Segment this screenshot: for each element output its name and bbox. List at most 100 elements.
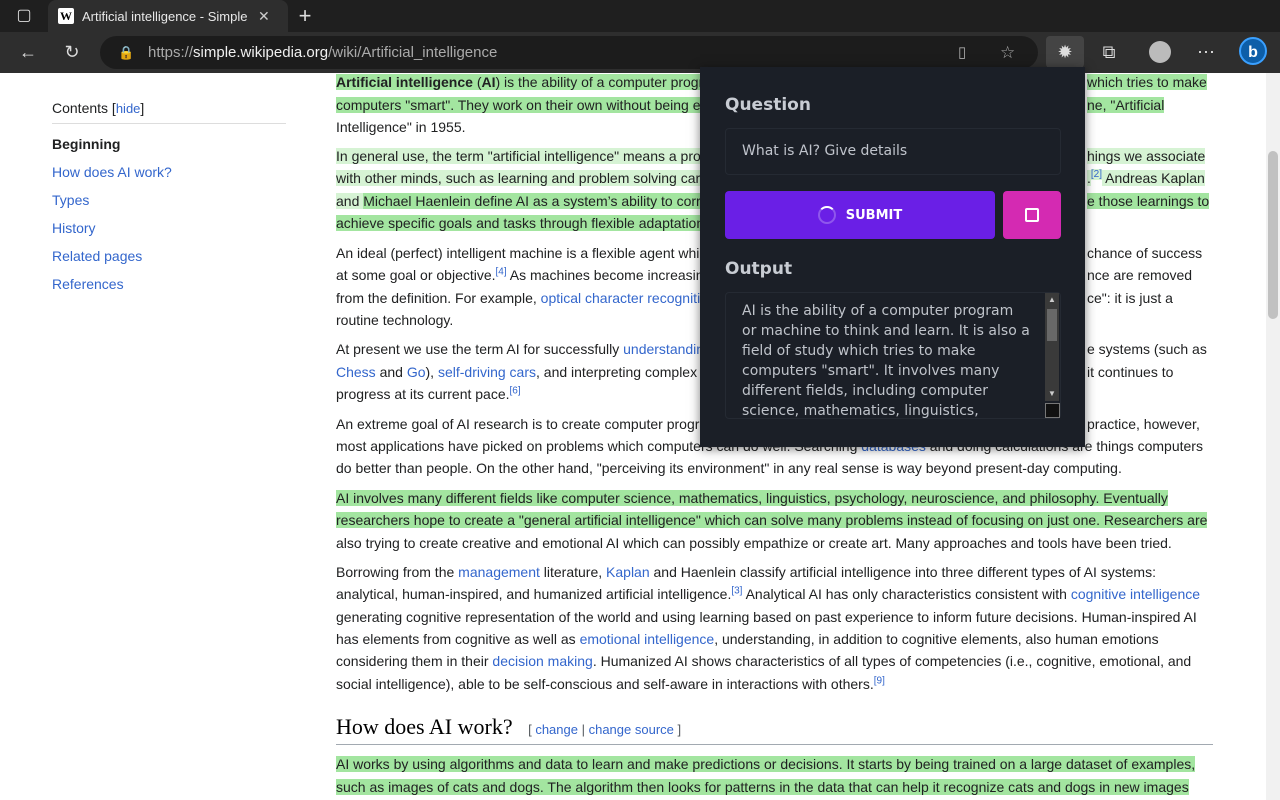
citation-link[interactable]: [6] (510, 385, 521, 396)
article-line: and Michael Haenlein define AI as a syst… (336, 190, 701, 212)
article-line: do better than people. On the other hand… (336, 457, 1122, 479)
bold-text: AI (481, 74, 496, 90)
text: ce": it is just a (1087, 290, 1173, 306)
article-line: at some goal or objective.[4] As machine… (336, 264, 704, 286)
refresh-icon[interactable]: ↻ (56, 36, 88, 68)
article-link[interactable]: cognitive intelligence (1071, 586, 1200, 602)
text: considering them in their (336, 653, 493, 669)
text: , and interpreting complex (536, 364, 698, 380)
article-line-right: e systems (such as (1087, 338, 1207, 360)
text: At present we use the term AI for succes… (336, 341, 624, 357)
favorite-star-icon[interactable]: ☆ (1000, 36, 1015, 69)
article-line: AI involves many different fields like c… (336, 487, 1168, 509)
article-link[interactable]: understandin (623, 341, 704, 357)
change-link[interactable]: change (535, 722, 578, 737)
text: and (336, 193, 364, 209)
tab-actions-icon[interactable]: ▢ (8, 0, 40, 32)
change-source-link[interactable]: change source (589, 722, 674, 737)
article-line: Intelligence" in 1955. (336, 116, 466, 138)
toc-item-types[interactable]: Types (52, 192, 286, 208)
article-line: with other minds, such as learning and p… (336, 167, 701, 189)
text: Intelligence" in 1955. (336, 119, 466, 135)
submit-button[interactable]: SUBMIT (725, 191, 995, 239)
text: e systems (such as (1087, 341, 1207, 357)
text: and Haenlein classify artificial intelli… (649, 564, 1156, 580)
scroll-up-icon[interactable]: ▲ (1048, 295, 1056, 304)
text: literature, (539, 564, 607, 580)
text: An extreme goal of AI research is to cre… (336, 416, 708, 432)
article-link[interactable]: management (458, 564, 540, 580)
citation-link[interactable]: [4] (496, 266, 507, 277)
article-line: also trying to create creative and emoti… (336, 532, 1172, 554)
bing-copilot-icon[interactable]: b (1239, 37, 1267, 65)
scrollbar-thumb[interactable] (1268, 151, 1278, 319)
toc-item-related-pages[interactable]: Related pages (52, 248, 286, 264)
article-line: analytical, human-inspired, and humanize… (336, 583, 1200, 605)
resize-grip-icon[interactable] (1045, 403, 1060, 418)
page-scrollbar[interactable] (1266, 73, 1280, 800)
citation-link[interactable]: [3] (731, 585, 742, 596)
toc-item-history[interactable]: History (52, 220, 286, 236)
citation-link[interactable]: [9] (874, 675, 885, 686)
article-line: achieve specific goals and tasks through… (336, 212, 705, 234)
toolbar: ← ↻ 🔒 https://simple.wikipedia.org/wiki/… (0, 32, 1280, 73)
article-line: AI works by using algorithms and data to… (336, 753, 1196, 775)
article-link[interactable]: emotional intelligence (580, 631, 715, 647)
hide-contents-link[interactable]: hide (116, 101, 141, 116)
article-link[interactable]: Go (407, 364, 426, 380)
toc-item-references[interactable]: References (52, 276, 286, 292)
article-line: has elements from cognitive as well as e… (336, 628, 1159, 650)
new-tab-button[interactable]: + (289, 0, 321, 32)
toc-item-beginning[interactable]: Beginning (52, 136, 286, 152)
text: it continues to (1087, 364, 1174, 380)
more-menu-icon[interactable]: ⋯ (1190, 36, 1222, 68)
text: and (375, 364, 407, 380)
tab-active[interactable]: W Artificial intelligence - Simple Engli… (48, 0, 288, 32)
article-line: generating cognitive representation of t… (336, 606, 1197, 628)
article-line: social intelligence), able to be self-co… (336, 673, 885, 695)
read-aloud-icon[interactable]: ▯ (958, 36, 966, 69)
scroll-down-icon[interactable]: ▼ (1048, 389, 1056, 398)
toc-item-how-does-ai-work[interactable]: How does AI work? (52, 164, 286, 180)
text: hings we associate (1087, 148, 1206, 164)
tab-close-icon[interactable]: ✕ (258, 8, 270, 25)
article-line-right: it continues to (1087, 361, 1173, 383)
text: ne, "Artificial (1087, 97, 1165, 113)
output-scrollbar[interactable]: ▲ ▼ (1045, 293, 1059, 401)
output-scrollbar-thumb[interactable] (1047, 309, 1057, 341)
text: ), (425, 364, 438, 380)
citation-link[interactable]: [2] (1090, 169, 1103, 181)
text: . Humanized AI shows characteristics of … (592, 653, 1192, 669)
article-link[interactable]: optical character recogniti (541, 290, 701, 306)
article-line: such as images of cats and dogs. The alg… (336, 776, 1189, 798)
article-line-right: practice, however, (1087, 413, 1200, 435)
text: AI works by using algorithms and data to… (336, 756, 1196, 772)
separator: | (577, 722, 589, 737)
question-input[interactable]: What is AI? Give details (725, 128, 1061, 175)
text: In general use, the term "artificial int… (336, 148, 701, 164)
article-link[interactable]: Chess (336, 364, 376, 380)
stop-square-icon (1025, 208, 1039, 222)
extensions-puzzle-icon[interactable]: ⧉ (1093, 36, 1125, 68)
output-textarea[interactable]: AI is the ability of a computer program … (725, 292, 1061, 419)
stop-button[interactable] (1003, 191, 1061, 239)
text: An ideal (perfect) intelligent machine i… (336, 245, 700, 261)
text: ( (472, 74, 482, 90)
text: routine technology. (336, 312, 454, 328)
article-link[interactable]: Kaplan (606, 564, 650, 580)
text: As machines become increasin (506, 267, 704, 283)
lock-icon: 🔒 (118, 45, 135, 60)
section-title: How does AI work? (336, 714, 513, 739)
extension-active-icon[interactable]: ✹ (1046, 36, 1084, 68)
article-link[interactable]: decision making (492, 653, 592, 669)
url-scheme: https:// (148, 44, 194, 61)
article-link[interactable]: self-driving cars (438, 364, 536, 380)
text: chance of success (1087, 245, 1203, 261)
text: such as images of cats and dogs. The alg… (336, 779, 1189, 795)
back-icon[interactable]: ← (12, 36, 44, 68)
section-heading: How does AI work? [ change | change sour… (336, 714, 1213, 745)
profile-avatar[interactable] (1149, 41, 1171, 63)
article-line: Artificial intelligence (AI) is the abil… (336, 71, 704, 93)
address-bar[interactable]: 🔒 https://simple.wikipedia.org/wiki/Arti… (100, 36, 1038, 69)
article-line-right: which tries to make (1087, 71, 1207, 93)
